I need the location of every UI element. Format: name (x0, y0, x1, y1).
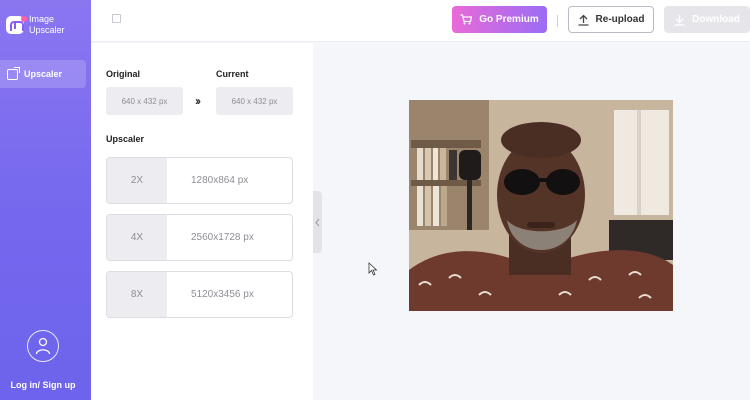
option-factor: 8X (107, 272, 167, 317)
upload-icon (578, 14, 589, 26)
app-title: Image Upscaler (29, 14, 65, 36)
go-premium-label: Go Premium (479, 14, 539, 25)
reupload-label: Re-upload (595, 14, 645, 25)
current-label: Current (216, 69, 249, 79)
current-size: 640 x 432 px (216, 87, 293, 115)
sidebar-item-upscaler[interactable]: Upscaler (0, 60, 86, 88)
cart-icon (460, 14, 473, 25)
app-title-line2: Upscaler (29, 25, 65, 35)
avatar[interactable] (27, 330, 59, 362)
upscaler-label: Upscaler (106, 134, 145, 144)
go-premium-button[interactable]: Go Premium (452, 6, 547, 33)
option-factor: 4X (107, 215, 167, 260)
reupload-button[interactable]: Re-upload (568, 6, 654, 33)
user-icon (35, 337, 51, 355)
download-icon (674, 14, 685, 26)
original-label: Original (106, 69, 141, 79)
preview-image (409, 100, 673, 311)
chevron-left-icon (315, 218, 320, 226)
login-link[interactable]: Log in/ Sign up (0, 380, 86, 390)
double-chevron-right-icon: ›› (195, 94, 201, 108)
original-size: 640 x 432 px (106, 87, 183, 115)
layout-icon[interactable] (112, 14, 121, 23)
sidebar: Image Upscaler Upscaler Log in/ Sign up (0, 0, 91, 400)
app-title-line1: Image (29, 14, 55, 24)
sidebar-item-label: Upscaler (24, 69, 63, 79)
option-resolution: 2560x1728 px (191, 232, 254, 243)
upscale-option-8x[interactable]: 8X 5120x3456 px (106, 271, 293, 318)
toolbar-divider (557, 15, 558, 27)
collapse-panel-handle[interactable] (313, 191, 322, 253)
upscale-icon (7, 66, 20, 80)
download-label: Download (692, 14, 740, 25)
option-resolution: 1280x864 px (191, 175, 249, 186)
logo-icon (6, 16, 27, 34)
mouse-cursor-icon (368, 262, 378, 276)
download-button[interactable]: Download (664, 6, 750, 33)
upscale-option-2x[interactable]: 2X 1280x864 px (106, 157, 293, 204)
option-resolution: 5120x3456 px (191, 289, 254, 300)
app-logo[interactable]: Image Upscaler (6, 14, 65, 36)
option-factor: 2X (107, 158, 167, 203)
upscale-option-4x[interactable]: 4X 2560x1728 px (106, 214, 293, 261)
